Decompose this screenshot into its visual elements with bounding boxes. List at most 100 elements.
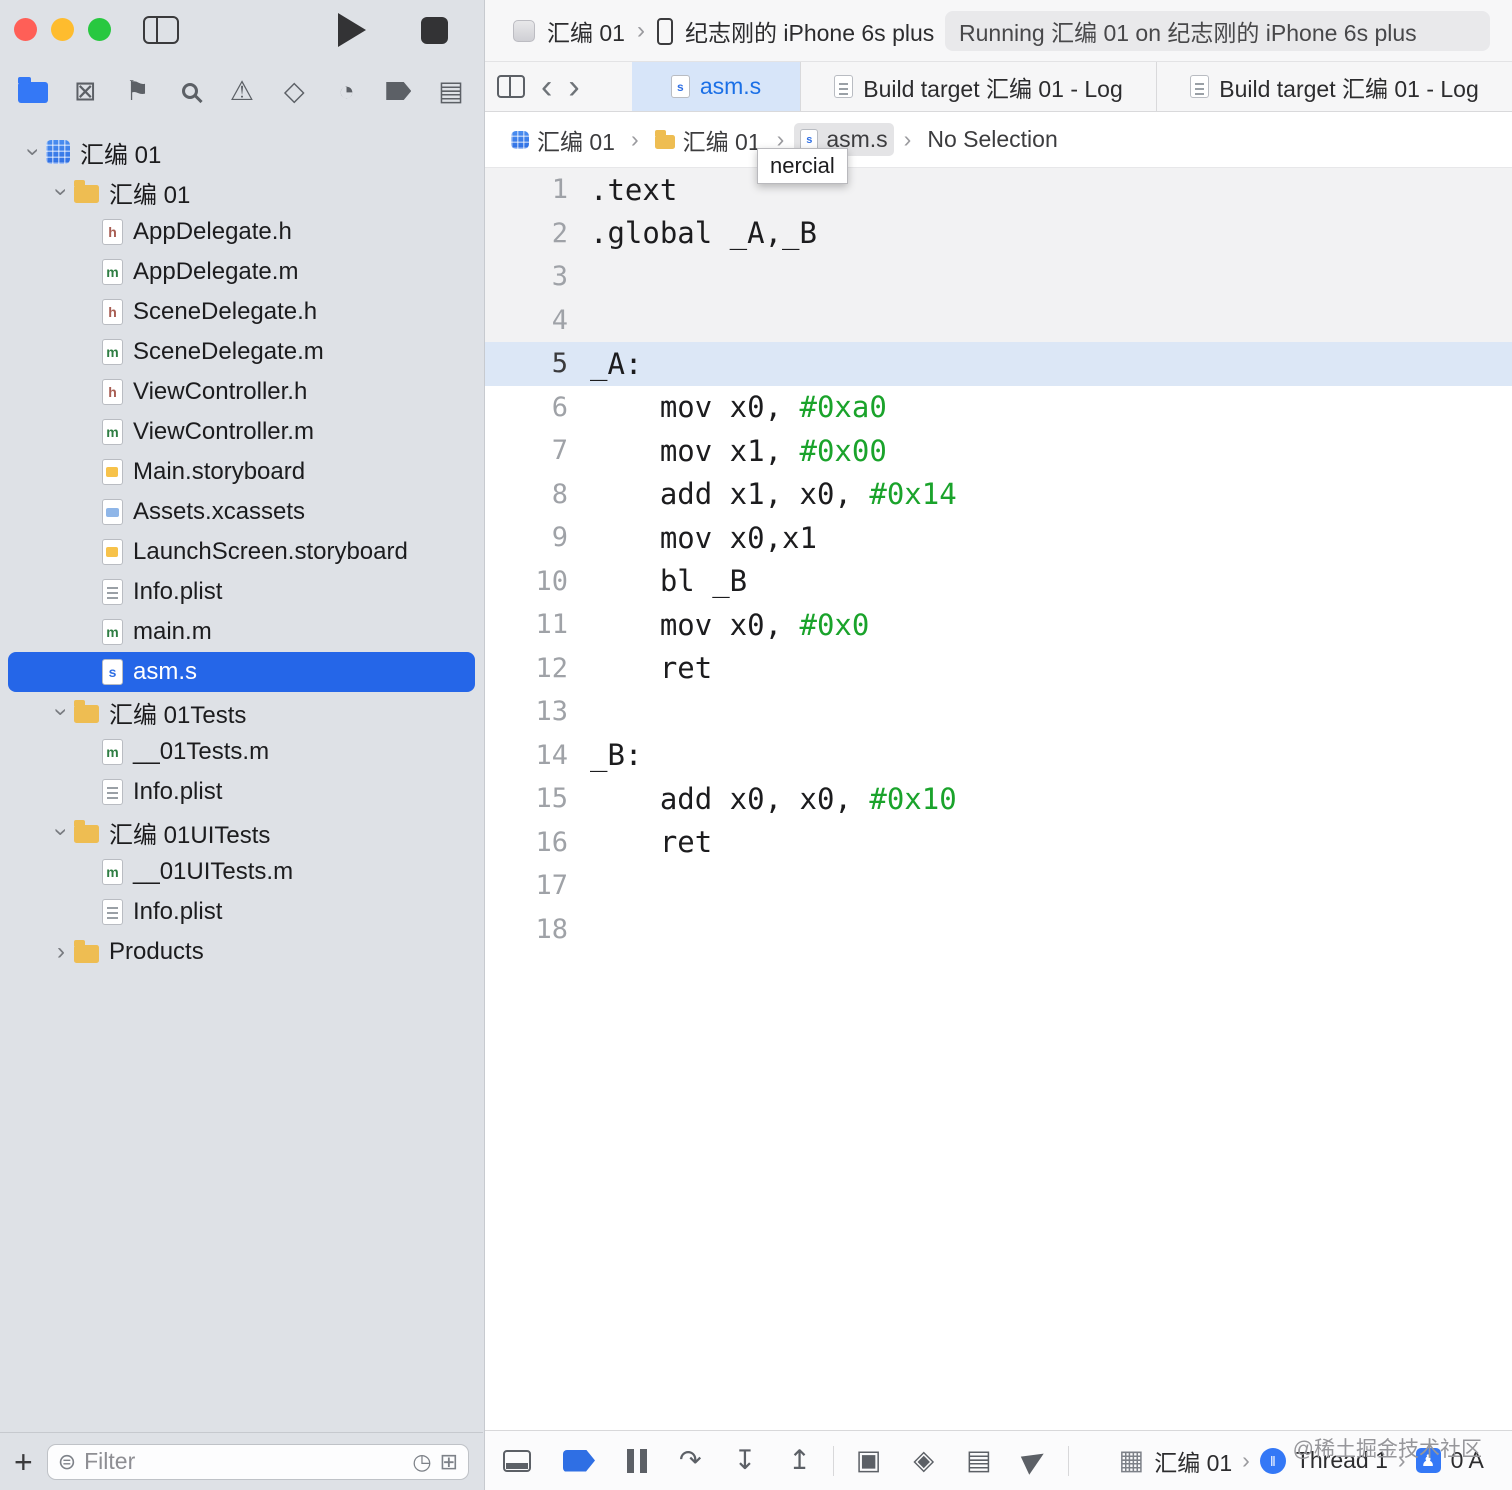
m-file-icon: m <box>102 339 123 365</box>
code-line[interactable]: 6 mov x0, #0xa0 <box>485 386 1512 430</box>
m-file-icon: m <box>102 859 123 885</box>
code-line[interactable]: 5 _A: <box>485 342 1512 386</box>
tree-item[interactable]: Info.plist <box>8 772 475 812</box>
simulate-location-icon[interactable] <box>1020 1446 1049 1475</box>
jumpbar-item[interactable]: 汇编 01 <box>505 120 621 160</box>
disclosure-down-icon[interactable]: › <box>47 699 75 725</box>
minimize-window-button[interactable] <box>51 18 74 41</box>
tree-item[interactable]: Info.plist <box>8 892 475 932</box>
code-editor[interactable]: 1 .text 2 .global _A,_B 3 4 5 _A: 6 mov x0, #0xa… <box>485 168 1512 1430</box>
breakpoints-toggle-icon[interactable] <box>563 1449 595 1472</box>
pause-button[interactable] <box>627 1448 647 1473</box>
tree-item[interactable]: Main.storyboard <box>8 452 475 492</box>
tree-item[interactable]: › 汇编 01UITests <box>8 812 475 852</box>
toggle-navigator-icon[interactable] <box>143 16 179 44</box>
zoom-window-button[interactable] <box>88 18 111 41</box>
tree-item[interactable]: › 汇编 01 <box>8 172 475 212</box>
report-navigator-icon[interactable]: ▤ <box>434 76 468 107</box>
tree-item[interactable]: LaunchScreen.storyboard <box>8 532 475 572</box>
source-control-navigator-icon[interactable]: ⊠ <box>68 76 102 107</box>
code-line[interactable]: 18 <box>485 908 1512 952</box>
code-line[interactable]: 7 mov x1, #0x00 <box>485 429 1512 473</box>
recent-files-icon[interactable]: ◷ <box>412 1449 431 1475</box>
code-line[interactable]: 3 <box>485 255 1512 299</box>
disclosure-down-icon[interactable]: › <box>19 139 47 165</box>
editor-tab-1[interactable]: Build target 汇编 01 - Log <box>800 62 1156 111</box>
project-navigator-icon[interactable] <box>16 77 50 103</box>
code-line[interactable]: 10 bl _B <box>485 560 1512 604</box>
toggle-debug-area-icon[interactable] <box>503 1449 531 1472</box>
test-navigator-icon[interactable]: ◇ <box>277 76 311 107</box>
run-button[interactable] <box>338 13 366 47</box>
step-into-icon[interactable]: ↧ <box>734 1447 757 1474</box>
code-line[interactable]: 9 mov x0,x1 <box>485 516 1512 560</box>
back-button[interactable]: ‹ <box>541 70 552 104</box>
scheme-name[interactable]: 汇编 01 <box>547 14 625 48</box>
code-line[interactable]: 1 .text <box>485 168 1512 212</box>
tree-item[interactable]: h SceneDelegate.h <box>8 292 475 332</box>
jumpbar-item[interactable]: 汇编 01 <box>649 120 767 160</box>
stop-button[interactable] <box>421 17 448 44</box>
step-over-icon[interactable]: ↷ <box>679 1447 702 1474</box>
line-number: 2 <box>551 217 568 249</box>
run-destination[interactable]: 纪志刚的 iPhone 6s plus <box>685 14 934 48</box>
plist-file-icon <box>102 899 123 925</box>
process-name[interactable]: 汇编 01 <box>1154 1444 1232 1478</box>
tree-item[interactable]: m main.m <box>8 612 475 652</box>
code-line[interactable]: 12 ret <box>485 647 1512 691</box>
code-line[interactable]: 14 _B: <box>485 734 1512 778</box>
tree-item[interactable]: Assets.xcassets <box>8 492 475 532</box>
filter-field[interactable]: ⊜ Filter ◷ ⊞ <box>46 1443 469 1480</box>
symbol-navigator-icon[interactable]: ⚑ <box>121 76 155 107</box>
environment-overrides-icon[interactable]: ▤ <box>966 1447 992 1474</box>
tree-item-label: Info.plist <box>133 778 223 805</box>
code-line[interactable]: 8 add x1, x0, #0x14 <box>485 473 1512 517</box>
find-navigator-icon[interactable] <box>173 83 207 99</box>
editor-tab-0[interactable]: s asm.s <box>632 62 800 111</box>
tree-item[interactable]: s asm.s <box>8 652 475 692</box>
storyboard-file-icon <box>102 539 123 565</box>
tree-item[interactable]: h AppDelegate.h <box>8 212 475 252</box>
code-token: mov x0,x1 <box>590 520 817 555</box>
tree-item-label: ViewController.h <box>133 378 308 405</box>
tree-item[interactable]: Info.plist <box>8 572 475 612</box>
debug-navigator-icon[interactable]: ◔ <box>330 76 364 107</box>
scheme-selector[interactable]: 汇编 01 › 纪志刚的 iPhone 6s plus <box>513 0 934 62</box>
jump-bar: 汇编 01 › 汇编 01 › s asm.s › No Selection nercial <box>485 112 1512 184</box>
code-line[interactable]: 17 <box>485 864 1512 908</box>
code-line[interactable]: 4 <box>485 298 1512 342</box>
code-line[interactable]: 2 .global _A,_B <box>485 211 1512 255</box>
disclosure-down-icon[interactable]: › <box>47 179 75 205</box>
code-line[interactable]: 16 ret <box>485 821 1512 865</box>
line-number: 7 <box>551 435 568 467</box>
add-item-button[interactable]: + <box>14 1446 33 1478</box>
step-out-icon[interactable]: ↥ <box>788 1447 811 1474</box>
tree-item[interactable]: m __01Tests.m <box>8 732 475 772</box>
issue-navigator-icon[interactable]: ⚠ <box>225 76 259 107</box>
tree-item[interactable]: › Products <box>8 932 475 972</box>
disclosure-down-icon[interactable]: › <box>47 819 75 845</box>
tree-item[interactable]: h ViewController.h <box>8 372 475 412</box>
code-line[interactable]: 11 mov x0, #0x0 <box>485 603 1512 647</box>
tree-item[interactable]: m __01UITests.m <box>8 852 475 892</box>
forward-button[interactable]: › <box>568 70 579 104</box>
scm-status-filter-icon[interactable]: ⊞ <box>440 1449 458 1475</box>
editor-tab-2[interactable]: Build target 汇编 01 - Log <box>1156 62 1512 111</box>
tree-item[interactable]: › 汇编 01Tests <box>8 692 475 732</box>
tree-item[interactable]: m SceneDelegate.m <box>8 332 475 372</box>
tree-item[interactable]: › 汇编 01 <box>8 132 475 172</box>
line-number: 10 <box>535 565 568 597</box>
code-line[interactable]: 13 <box>485 690 1512 734</box>
code-line[interactable]: 15 add x0, x0, #0x10 <box>485 777 1512 821</box>
jumpbar-item[interactable]: No Selection <box>921 123 1063 156</box>
m-file-icon: m <box>102 739 123 765</box>
tree-item[interactable]: m ViewController.m <box>8 412 475 452</box>
breakpoint-navigator-icon[interactable] <box>382 82 416 100</box>
xcode-window: ⊠ ⚑ ⚠ ◇ ◔ ▤ › 汇编 01 › 汇编 01 h AppDelegate.h m A… <box>0 0 1512 1490</box>
editor-layout-icon[interactable] <box>497 75 525 98</box>
memory-graph-icon[interactable]: ◈ <box>913 1447 934 1474</box>
close-window-button[interactable] <box>14 18 37 41</box>
tree-item[interactable]: m AppDelegate.m <box>8 252 475 292</box>
view-hierarchy-icon[interactable]: ▣ <box>856 1447 882 1474</box>
disclosure-right-icon[interactable]: › <box>48 938 74 966</box>
